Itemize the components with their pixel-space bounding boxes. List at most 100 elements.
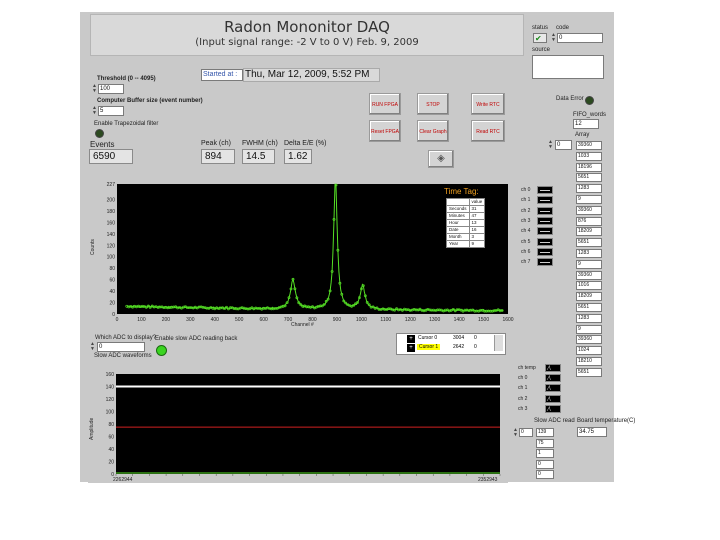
slow-adc-plot-area: [116, 374, 500, 474]
spectrum-x-label: Channel #: [291, 322, 314, 328]
slow-adc-chart: 020406080100120140160 Amplitude 2262944 …: [88, 365, 508, 483]
buffer-spinner[interactable]: ▲ ▼: [92, 106, 97, 116]
cursor-legend[interactable]: + Cursor 0 3004 0 + Cursor 1 2642 0: [396, 333, 506, 355]
array-cell: 18210: [576, 357, 602, 366]
plot-style-icon[interactable]: [537, 258, 553, 267]
cursor-scrollbar[interactable]: [494, 335, 503, 351]
array-index-spinner[interactable]: ▲ ▼: [548, 140, 553, 150]
delta-e-value: 1.62: [284, 149, 312, 164]
plot-style-icon[interactable]: [537, 216, 553, 225]
time-tag-value: 3: [468, 233, 486, 241]
spectrum-x-tick: 400: [211, 317, 220, 323]
time-tag-field: Month: [446, 233, 470, 241]
spectrum-y-tick: 80: [109, 266, 115, 272]
app-title: Radon Mononitor DAQ: [224, 18, 390, 36]
spectrum-x-tick: 1000: [356, 317, 367, 323]
array-cell: 39360: [576, 270, 602, 280]
spectrum-y-tick: 100: [107, 255, 116, 261]
title-banner: Radon Mononitor DAQ (Input signal range:…: [90, 14, 524, 56]
spectrum-legend-label: ch 4: [521, 228, 531, 235]
spectrum-y-tick: 180: [107, 209, 116, 215]
delta-e-label: Delta E/E (%): [284, 140, 327, 147]
array-index-field[interactable]: 0: [555, 140, 572, 150]
array-cell: 9: [576, 195, 602, 204]
time-tag-row: Month 3: [446, 233, 486, 241]
plot-style-icon[interactable]: ⁄\: [545, 384, 561, 393]
slow-adc-x-end: 2352943: [478, 477, 498, 483]
slow-adc-y-tick: 60: [108, 435, 114, 441]
spectrum-x-tick: 1500: [478, 317, 489, 323]
plot-style-icon[interactable]: [537, 237, 553, 246]
enable-slow-adc-toggle[interactable]: [156, 345, 167, 356]
time-tag-row: Date 16: [446, 226, 486, 234]
board-temp-label: Board temperature(C): [577, 418, 636, 424]
slow-adc-read-cell: 0: [536, 470, 554, 479]
spectrum-x-tick: 1100: [380, 317, 391, 323]
time-tag-value: 9: [468, 240, 486, 248]
stop-button[interactable]: STOP: [417, 93, 449, 115]
slow-adc-read-cell: 75: [536, 438, 554, 448]
plot-style-icon[interactable]: [537, 206, 553, 215]
code-label: code: [556, 25, 570, 31]
spectrum-x-tick: 1300: [429, 317, 440, 323]
enable-slow-adc-label: Enable slow ADC reading back: [155, 336, 238, 342]
slow-adc-y-tick: 140: [106, 385, 115, 391]
plot-style-icon[interactable]: [537, 247, 553, 256]
slow-adc-y-label: Amplitude: [89, 418, 95, 440]
spectrum-y-label: Counts: [90, 239, 96, 255]
code-field[interactable]: 0: [557, 33, 603, 43]
plot-style-icon[interactable]: [537, 227, 553, 236]
plot-style-icon[interactable]: [537, 196, 553, 205]
plot-style-icon[interactable]: ⁄\: [545, 394, 561, 403]
time-tag-field: Year: [446, 240, 470, 248]
plot-style-icon[interactable]: ⁄\: [545, 404, 561, 413]
slow-adc-legend-label: ch 1: [518, 385, 528, 392]
slow-adc-legend-label: ch 0: [518, 375, 528, 382]
time-tag-row: Minutes 47: [446, 212, 486, 220]
read-rtc-button[interactable]: Read RTC: [471, 120, 505, 142]
spectrum-y-tick: 120: [107, 243, 116, 249]
plot-style-icon[interactable]: ⁄\: [545, 364, 561, 372]
array-label: Array: [575, 132, 590, 138]
plot-style-icon[interactable]: ⁄\: [545, 374, 561, 383]
array-cell: 1283: [576, 249, 602, 258]
array-cell: 1033: [576, 151, 602, 161]
cursor-1-x: 2642: [453, 344, 465, 350]
source-label: source: [532, 47, 551, 53]
write-rtc-button[interactable]: Write RTC: [471, 93, 505, 115]
slow-adc-read-spinner[interactable]: ▲ ▼: [513, 428, 518, 438]
run-fpga-button[interactable]: RUN FPGA: [369, 93, 401, 115]
threshold-spinner[interactable]: ▲ ▼: [92, 84, 97, 94]
time-tag-table: value Seconds 31 Minutes 47 Hour 13 Date 16 Mont…: [446, 198, 486, 248]
spectrum-legend-label: ch 2: [521, 207, 531, 214]
graph-navigation-icon[interactable]: ◈: [428, 150, 454, 168]
trapezoidal-toggle[interactable]: [95, 129, 104, 138]
code-spinner[interactable]: ▲ ▼: [551, 33, 556, 43]
slow-adc-read-cell: 139: [536, 428, 554, 437]
events-label: Events: [90, 140, 115, 149]
buffer-size-input[interactable]: 5: [98, 106, 124, 116]
array-cell: 9: [576, 259, 602, 269]
time-tag-title: Time Tag:: [444, 187, 479, 196]
spectrum-x-tick: 300: [186, 317, 195, 323]
which-adc-spinner[interactable]: ▲ ▼: [90, 342, 95, 352]
spectrum-y-tick: 60: [109, 278, 115, 284]
fifo-words-value: 12: [573, 119, 599, 129]
reset-fpga-button[interactable]: Reset FPGA: [369, 120, 401, 142]
fwhm-label: FWHM (ch): [242, 140, 278, 147]
array-cell: 5651: [576, 238, 602, 248]
plot-style-icon[interactable]: [537, 186, 553, 194]
clear-graph-button[interactable]: Clear Graph: [417, 120, 449, 142]
which-adc-input[interactable]: 0: [97, 342, 145, 352]
slow-adc-x-start: 2262944: [113, 477, 133, 483]
spectrum-y-tick: 200: [107, 197, 116, 203]
array-cell: 1283: [576, 184, 602, 194]
started-at-label: Started at :: [201, 69, 243, 81]
spectrum-x-tick: 1600: [502, 317, 513, 323]
source-field[interactable]: [532, 55, 604, 79]
threshold-input[interactable]: 100: [98, 84, 124, 94]
events-value: 6590: [89, 149, 133, 164]
time-tag-value: 31: [468, 205, 486, 213]
slow-adc-read-index[interactable]: 0: [519, 428, 533, 437]
slow-adc-read-cell: 0: [536, 459, 554, 469]
